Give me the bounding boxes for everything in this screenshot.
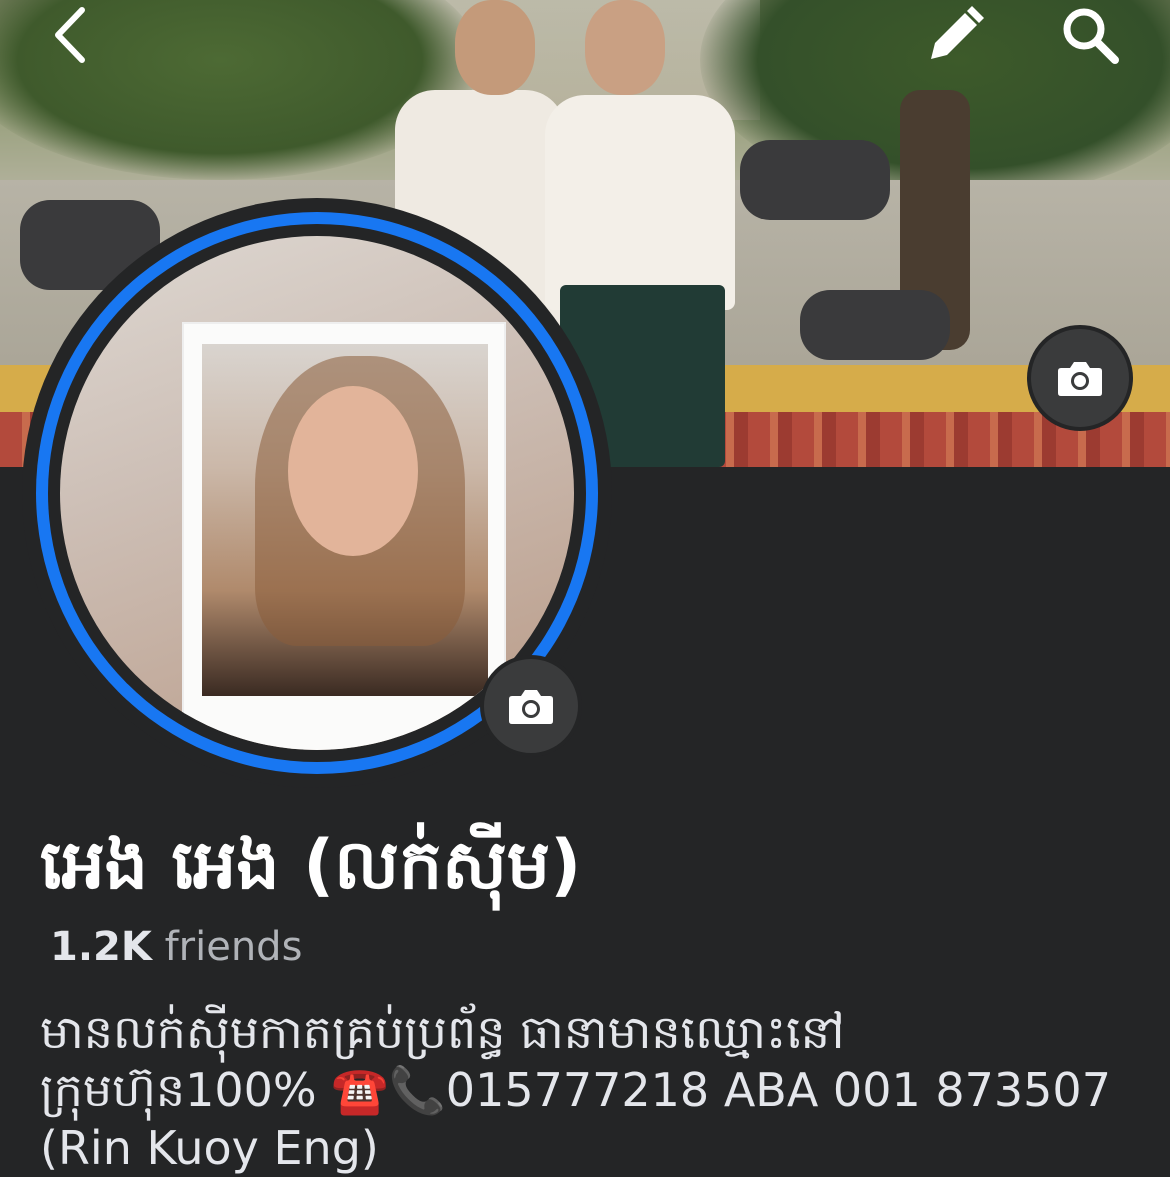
- cover-motorbike: [740, 140, 890, 220]
- camera-icon: [1058, 362, 1102, 396]
- cover-person-head: [585, 0, 665, 95]
- bio-line: (Rin Kuoy Eng): [40, 1121, 379, 1175]
- photo-face: [288, 386, 418, 556]
- friends-label: friends: [164, 924, 303, 970]
- camera-icon: [509, 690, 553, 724]
- cover-person-head: [455, 0, 535, 95]
- bio-line: មានលក់ស៊ីមកាតគ្រប់ប្រព័ន្ធ ធានាមានឈ្មោះន…: [40, 1005, 845, 1059]
- pencil-icon: [931, 6, 984, 59]
- cover-motorbike: [800, 290, 950, 360]
- chevron-left-icon: [55, 7, 85, 63]
- friends-count: 1.2K: [50, 924, 152, 970]
- profile-bio: មានលក់ស៊ីមកាតគ្រប់ប្រព័ន្ធ ធានាមានឈ្មោះន…: [40, 1003, 1160, 1177]
- search-icon: [1063, 8, 1119, 64]
- phone-icon: ☎️📞: [331, 1063, 446, 1117]
- back-button[interactable]: [40, 0, 100, 70]
- search-button[interactable]: [1050, 0, 1130, 70]
- cover-person: [545, 95, 735, 310]
- edit-button[interactable]: [920, 0, 990, 70]
- edit-cover-photo-button[interactable]: [1027, 325, 1133, 431]
- friends-count-link[interactable]: 1.2K friends: [50, 922, 302, 972]
- profile-name: អេង អេង (លក់ស៊ីម): [40, 826, 582, 905]
- bio-line: ក្រុមហ៊ុន100% ☎️📞015777218 ABA 001 87350…: [40, 1061, 1160, 1119]
- bio-contact: 015777218 ABA 001 873507: [445, 1063, 1111, 1117]
- edit-profile-picture-button[interactable]: [480, 655, 582, 757]
- bio-text: ក្រុមហ៊ុន100%: [40, 1063, 317, 1117]
